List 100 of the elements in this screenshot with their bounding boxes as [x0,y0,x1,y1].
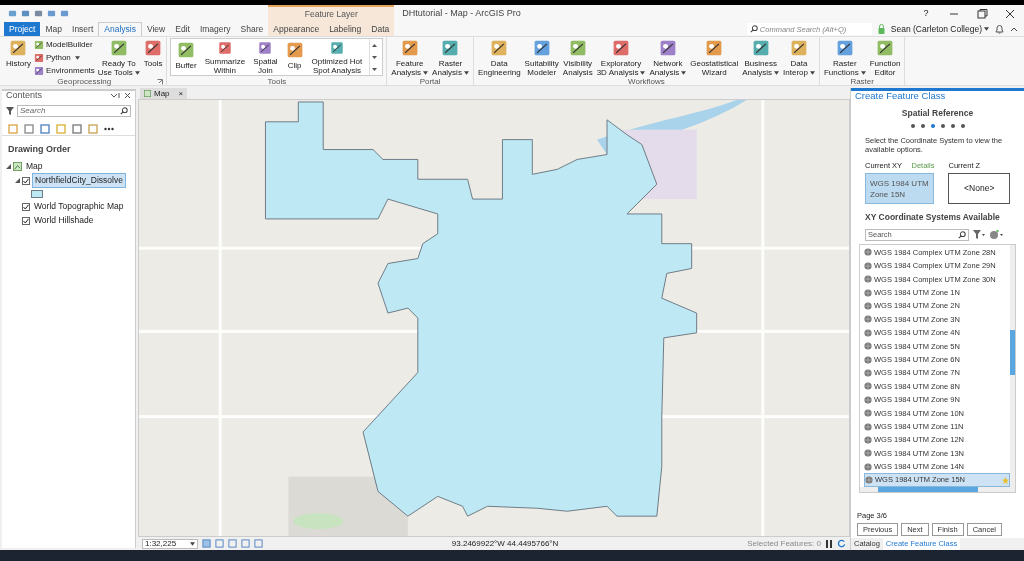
tree-item[interactable]: World Hillshade [32,214,96,227]
section-heading: XY Coordinate Systems Available [864,211,1001,224]
current-z-box[interactable]: <None> [948,173,1010,204]
ribbon-button[interactable]: Suitability Modeler [523,37,560,77]
search-field[interactable]: Search [17,105,131,117]
map-icon [144,90,151,97]
ribbon-button[interactable]: Ready To Use Tools [96,37,141,77]
globe-icon [864,422,872,431]
ribbon-tab[interactable]: Appearance [268,22,325,36]
ribbon-tab[interactable]: Edit [170,22,195,36]
view-icon[interactable] [8,123,18,134]
user-menu[interactable]: Sean (Carleton College) [890,22,989,36]
scrollbar[interactable] [860,486,1015,492]
search-icon [749,25,758,33]
ribbon-button[interactable]: Clip [284,39,305,75]
view-icon[interactable] [56,123,66,134]
collapse-icon[interactable] [1010,26,1018,32]
more-icon[interactable] [104,126,114,131]
view-icon[interactable] [24,123,34,134]
ribbon-tab[interactable]: Project [4,22,41,36]
caret-icon [681,70,687,75]
map-icon [13,162,22,171]
tool-icon [109,39,128,57]
checkbox[interactable] [22,176,30,185]
help-button[interactable]: ? [912,6,940,21]
tool-icon [144,39,163,57]
globe-icon [864,435,872,444]
pane-options-icon[interactable] [111,93,131,99]
tree-item[interactable]: World Topographic Map [32,200,126,213]
checkbox[interactable] [22,216,30,225]
globe-icon [864,342,872,351]
ribbon-button[interactable]: Visibility Analysis [561,37,594,77]
group-label: Tools [267,76,287,88]
ribbon-tab[interactable]: Labeling [324,22,367,36]
refresh-icon[interactable] [837,539,846,548]
expander-icon[interactable] [6,164,11,169]
ribbon-button[interactable]: Buffer [174,39,198,75]
ribbon-button[interactable]: Exploratory 3D Analysis [595,37,647,77]
globe-icon [864,395,872,404]
filter-icon[interactable] [6,107,14,115]
ribbon-button[interactable]: Data Engineering [476,37,522,77]
ribbon-tab[interactable]: Insert [67,22,99,36]
group-label: Raster [850,76,874,88]
pane-title: Contents [6,89,44,103]
ribbon-tab[interactable]: Imagery [194,22,236,36]
group-label: Geoprocessing [57,76,112,88]
globe-icon [865,476,873,485]
globe-icon [864,315,872,324]
scale-field[interactable]: 1:32,225 [142,538,198,549]
tool-icon [9,39,28,57]
search-icon [120,107,128,115]
tree-item[interactable]: NorthfieldCity_Dissolve [32,173,126,188]
view-icon[interactable] [88,123,98,134]
current-xy-box[interactable]: WGS 1984 UTM Zone 15N [865,173,935,204]
ribbon-button[interactable]: Optimized Hot Spot Analysis [310,39,364,75]
caret-icon [860,70,866,75]
ribbon-tab[interactable]: Data [366,22,395,36]
tool-icon [177,41,196,59]
ribbon-button[interactable]: Python [33,52,95,64]
tool-icon [33,66,44,76]
filter-icon[interactable] [973,229,985,240]
caret-icon [984,27,989,31]
ribbon-button[interactable]: Environments [33,65,95,77]
ribbon-button[interactable]: Summarize Within [203,39,247,75]
ribbon-button[interactable]: Geostatistical Wizard [689,37,740,77]
ribbon-tab[interactable]: Share [235,22,269,36]
star-icon[interactable] [1002,476,1009,484]
globe-icon [864,368,872,377]
ribbon-tab[interactable]: Analysis [98,22,142,36]
ribbon-button[interactable]: Data Interop [782,37,816,77]
ribbon-tab[interactable]: View [141,22,171,36]
launcher-icon[interactable] [157,79,164,85]
symbol-swatch[interactable] [31,189,43,198]
globe-icon [864,382,872,391]
tool-icon [751,39,770,57]
ribbon-button[interactable]: History [5,37,32,68]
expander-icon[interactable] [15,178,20,183]
globe-icon [864,261,872,270]
ribbon-button[interactable]: Feature Analysis [390,37,430,77]
view-icon[interactable] [40,123,50,134]
document-tab[interactable]: Map × [140,88,188,99]
pause-icon[interactable] [825,539,833,548]
tree-item[interactable]: Map [24,160,45,173]
ribbon-tab[interactable]: Map [40,22,67,36]
ribbon-button[interactable]: Spatial Join [252,39,279,75]
globe-icon [864,288,872,297]
ribbon-button[interactable]: Function Editor [868,37,902,77]
ribbon-button[interactable]: Raster Analysis [431,37,470,77]
ribbon-button[interactable]: Business Analysis [741,37,781,77]
ribbon-button[interactable]: Raster Functions [822,37,867,77]
ribbon-button[interactable]: Network Analysis [648,37,688,77]
globe-add-icon[interactable] [989,229,1003,240]
ribbon-button[interactable]: ModelBuilder [33,39,95,51]
globe-icon [864,302,872,310]
view-icon[interactable] [72,123,82,134]
ribbon-button[interactable]: Tools [142,37,164,68]
checkbox[interactable] [22,202,30,211]
bell-icon[interactable] [995,24,1004,34]
scrollbar[interactable] [1010,244,1015,487]
tab-close[interactable]: × [178,87,184,100]
